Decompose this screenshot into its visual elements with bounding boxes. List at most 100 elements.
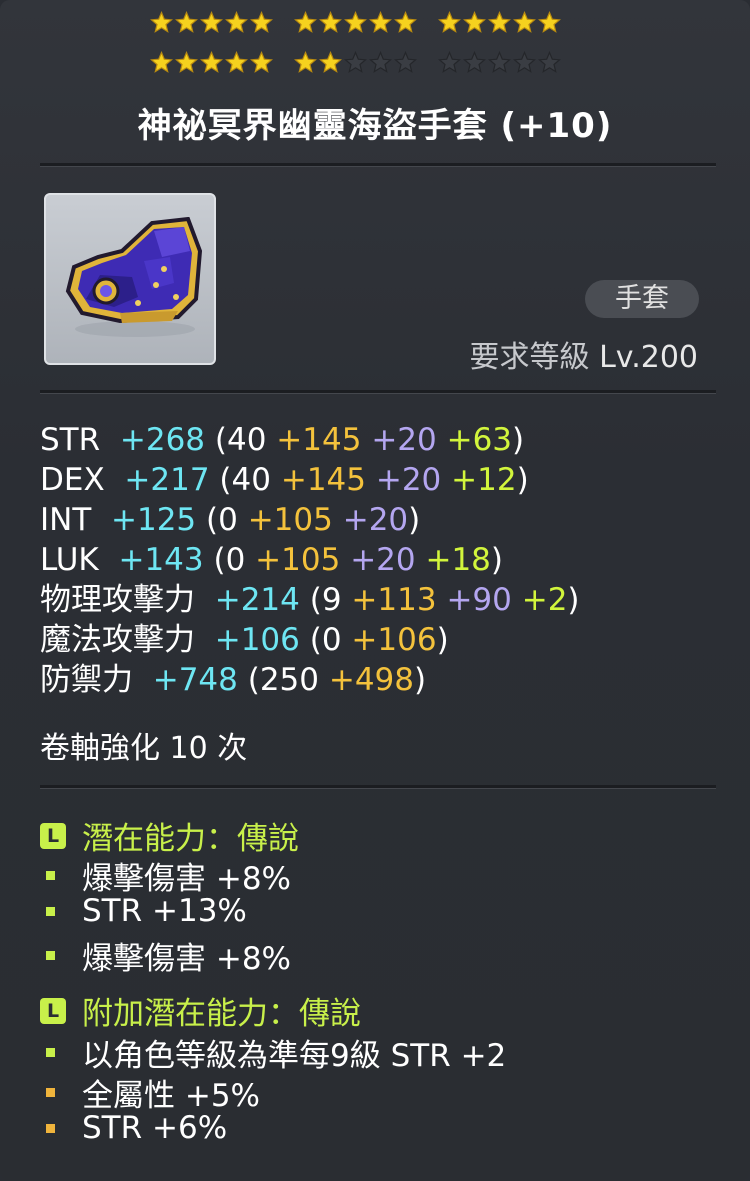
- star-empty-icon: [488, 51, 511, 74]
- potential-line: 全屬性 +5%: [46, 1070, 260, 1115]
- star-group: [294, 11, 417, 34]
- star-filled-icon: [150, 11, 173, 34]
- potential-header: L 潛在能力：傳說: [40, 813, 299, 858]
- item-name: 神祕冥界幽靈海盜手套 (+10): [137, 106, 613, 146]
- required-level-label: 要求等級: [469, 340, 590, 375]
- stat-scroll: +20: [350, 542, 416, 578]
- required-level: 要求等級 Lv.200: [470, 332, 698, 376]
- stat-total: +106: [214, 622, 300, 658]
- potential-line-text: 以角色等級為準每9級 STR +2: [82, 1038, 507, 1074]
- star-group: [438, 51, 561, 74]
- star-empty-icon: [438, 51, 461, 74]
- star-filled-icon: [513, 11, 536, 34]
- star-filled-icon: [344, 11, 367, 34]
- stat-scroll: +20: [371, 422, 437, 458]
- star-force-row-1: [150, 11, 561, 34]
- stat-line: INT +125 (0 +105 +20): [40, 502, 421, 538]
- stat-base: 250: [259, 662, 319, 698]
- star-filled-icon: [369, 11, 392, 34]
- stat-base: 40: [231, 462, 271, 498]
- star-filled-icon: [175, 51, 198, 74]
- stat-line: 物理攻擊力 +214 (9 +113 +90 +2): [40, 582, 580, 618]
- potential-line: 爆擊傷害 +8%: [46, 853, 291, 898]
- bullet-icon: [46, 906, 55, 916]
- bonus-potential-title: 附加潛在能力：傳說: [82, 996, 361, 1032]
- star-empty-icon: [538, 51, 561, 74]
- potential-line-text: STR +13%: [82, 893, 247, 929]
- stat-line: 魔法攻擊力 +106 (0 +106): [40, 622, 449, 658]
- stat-total: +125: [111, 502, 197, 538]
- stat-base: 0: [218, 502, 238, 538]
- stat-scroll: +20: [342, 502, 409, 538]
- stat-total: +214: [214, 582, 300, 618]
- stat-starforce: +105: [255, 542, 341, 578]
- star-empty-icon: [513, 51, 536, 74]
- potential-line-text: 全屬性 +5%: [82, 1078, 261, 1114]
- star-filled-icon: [294, 11, 317, 34]
- item-icon-frame: [44, 193, 216, 365]
- stat-starforce: +106: [351, 622, 437, 658]
- required-level-value: Lv.200: [599, 340, 698, 375]
- stat-flame: +18: [425, 542, 491, 578]
- star-filled-icon: [438, 11, 461, 34]
- stat-line: 防禦力 +748 (250 +498): [40, 662, 427, 698]
- star-filled-icon: [394, 11, 417, 34]
- stat-base: 9: [321, 582, 342, 618]
- star-filled-icon: [225, 51, 248, 74]
- stat-label: LUK: [40, 542, 99, 578]
- bullet-icon: [46, 1088, 55, 1097]
- star-group: [438, 11, 561, 34]
- star-empty-icon: [394, 51, 417, 74]
- star-filled-icon: [538, 11, 561, 34]
- bullet-icon: [46, 951, 55, 960]
- star-empty-icon: [344, 51, 367, 74]
- legendary-grade-icon: L: [40, 997, 66, 1024]
- star-filled-icon: [250, 51, 273, 74]
- potential-title: 潛在能力：傳說: [82, 821, 299, 857]
- star-group: [150, 51, 273, 74]
- stat-label: INT: [40, 502, 92, 538]
- divider: [40, 785, 716, 789]
- stat-line: LUK +143 (0 +105 +20 +18): [40, 542, 503, 578]
- star-filled-icon: [225, 11, 248, 34]
- category-badge: 手套: [585, 280, 699, 318]
- stat-base: 0: [225, 542, 246, 578]
- item-tooltip: 神祕冥界幽靈海盜手套 (+10) 手套 要求等級 Lv.200 STR +268…: [0, 0, 750, 1181]
- stat-total: +143: [118, 542, 204, 578]
- stat-line: DEX +217 (40 +145 +20 +12): [40, 462, 529, 498]
- stat-label: 魔法攻擊力: [40, 622, 195, 658]
- star-filled-icon: [175, 11, 198, 34]
- star-group: [150, 11, 273, 34]
- bonus-potential-header: L 附加潛在能力：傳說: [40, 988, 361, 1033]
- star-filled-icon: [319, 51, 342, 74]
- star-filled-icon: [200, 11, 223, 34]
- bullet-icon: [46, 1123, 55, 1133]
- stat-flame: +12: [451, 462, 517, 498]
- stat-list: STR +268 (40 +145 +20 +63) DEX +217 (40 +…: [40, 420, 580, 700]
- potential-line: 爆擊傷害 +8%: [46, 933, 291, 978]
- glove-icon: [65, 217, 203, 337]
- potential-line: 以角色等級為準每9級 STR +2: [46, 1030, 506, 1075]
- star-filled-icon: [200, 51, 223, 74]
- potential-line: STR +6%: [46, 1110, 227, 1146]
- stat-base: 40: [226, 422, 267, 458]
- stat-starforce: +105: [247, 502, 333, 538]
- bullet-icon: [46, 871, 55, 880]
- scroll-enhance-count: 卷軸強化 10 次: [40, 731, 248, 766]
- stat-total: +748: [152, 662, 238, 698]
- stat-starforce: +113: [351, 582, 437, 618]
- stat-label: DEX: [40, 462, 105, 498]
- star-filled-icon: [250, 11, 273, 34]
- stat-label: 物理攻擊力: [40, 582, 195, 618]
- potential-line: STR +13%: [46, 893, 247, 929]
- stat-label: 防禦力: [40, 662, 133, 698]
- stat-total: +217: [124, 462, 210, 498]
- star-filled-icon: [463, 11, 486, 34]
- stat-starforce: +145: [280, 462, 366, 498]
- stat-starforce: +498: [328, 662, 415, 698]
- star-filled-icon: [150, 51, 173, 74]
- legendary-grade-icon: L: [40, 822, 66, 849]
- stat-total: +268: [119, 422, 206, 458]
- star-filled-icon: [488, 11, 511, 34]
- star-filled-icon: [294, 51, 317, 74]
